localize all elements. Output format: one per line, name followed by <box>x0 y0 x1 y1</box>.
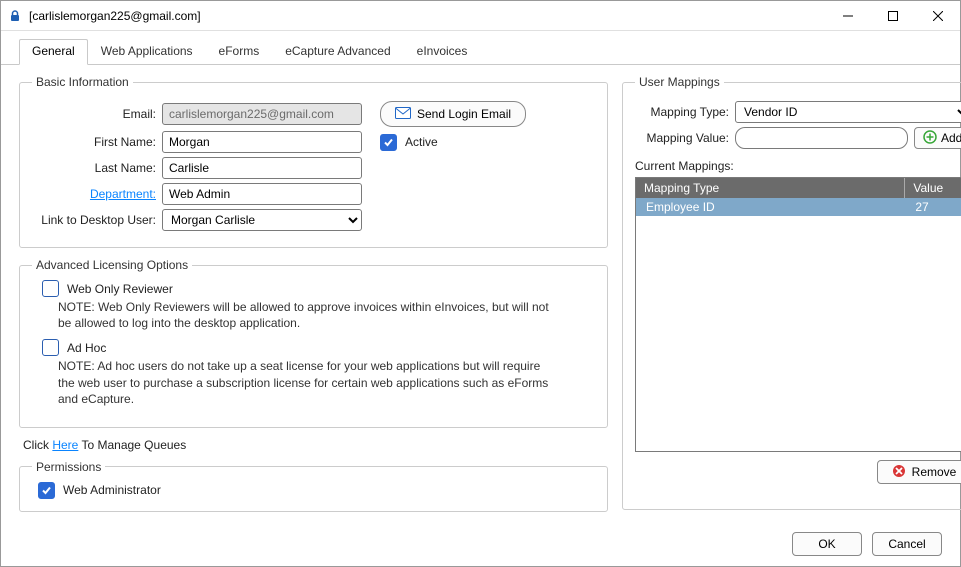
department-label: Department: <box>32 187 162 201</box>
add-mapping-label: Add <box>941 131 961 145</box>
current-mappings-label: Current Mappings: <box>635 159 961 173</box>
window-controls <box>825 1 960 30</box>
ad-hoc-checkbox[interactable]: Ad Hoc <box>42 339 595 356</box>
checkbox-icon <box>42 280 59 297</box>
lock-icon <box>7 8 23 24</box>
first-name-field[interactable] <box>162 131 362 153</box>
email-label: Email: <box>32 107 162 121</box>
add-mapping-button[interactable]: Add <box>914 127 961 149</box>
content-area: Basic Information Email: Send Login Emai… <box>1 65 960 522</box>
window-title: [carlislemorgan225@gmail.com] <box>29 9 825 23</box>
delete-icon <box>892 464 906 481</box>
last-name-field[interactable] <box>162 157 362 179</box>
mapping-value-field[interactable] <box>735 127 908 149</box>
active-checkbox[interactable]: Active <box>380 134 438 151</box>
basic-information-group: Basic Information Email: Send Login Emai… <box>19 75 608 248</box>
mappings-table: Mapping Type Value Employee ID 27 <box>635 177 961 452</box>
department-link[interactable]: Department: <box>90 187 156 201</box>
send-login-email-label: Send Login Email <box>417 107 511 121</box>
web-administrator-label: Web Administrator <box>63 483 161 497</box>
header-mapping-type[interactable]: Mapping Type <box>636 178 905 198</box>
remove-mapping-button[interactable]: Remove <box>877 460 961 484</box>
dialog-footer: OK Cancel <box>792 532 942 556</box>
left-column: Basic Information Email: Send Login Emai… <box>19 75 608 522</box>
basic-information-legend: Basic Information <box>32 75 133 89</box>
user-mappings-legend: User Mappings <box>635 75 724 89</box>
tab-bar: General Web Applications eForms eCapture… <box>1 31 960 65</box>
titlebar: [carlislemorgan225@gmail.com] <box>1 1 960 31</box>
active-label: Active <box>405 135 438 149</box>
permissions-group: Permissions Web Administrator <box>19 460 608 512</box>
permissions-legend: Permissions <box>32 460 105 474</box>
last-name-label: Last Name: <box>32 161 162 175</box>
checkbox-icon <box>380 134 397 151</box>
email-field[interactable] <box>162 103 362 125</box>
licensing-group: Advanced Licensing Options Web Only Revi… <box>19 258 608 428</box>
web-administrator-checkbox[interactable]: Web Administrator <box>38 482 595 499</box>
web-only-reviewer-checkbox[interactable]: Web Only Reviewer <box>42 280 595 297</box>
tab-eforms[interactable]: eForms <box>206 39 273 64</box>
ad-hoc-label: Ad Hoc <box>67 341 106 355</box>
mapping-value-label: Mapping Value: <box>635 131 735 145</box>
mapping-type-select[interactable]: Vendor ID <box>735 101 961 123</box>
ok-button[interactable]: OK <box>792 532 862 556</box>
department-field[interactable] <box>162 183 362 205</box>
checkbox-icon <box>42 339 59 356</box>
cell-mapping-type: Employee ID <box>636 198 905 216</box>
table-row[interactable]: Employee ID 27 <box>636 198 961 216</box>
remove-mapping-label: Remove <box>912 465 957 479</box>
mail-icon <box>395 107 411 122</box>
user-mappings-group: User Mappings Mapping Type: Vendor ID Ma… <box>622 75 961 510</box>
checkbox-icon <box>38 482 55 499</box>
cell-value: 27 <box>905 198 961 216</box>
desktop-user-select[interactable]: Morgan Carlisle <box>162 209 362 231</box>
desktop-user-label: Link to Desktop User: <box>32 213 162 227</box>
close-button[interactable] <box>915 1 960 31</box>
ad-hoc-note: NOTE: Ad hoc users do not take up a seat… <box>58 358 558 407</box>
tab-web-applications[interactable]: Web Applications <box>88 39 206 64</box>
mappings-table-header: Mapping Type Value <box>636 178 961 198</box>
licensing-legend: Advanced Licensing Options <box>32 258 192 272</box>
dialog-window: [carlislemorgan225@gmail.com] General We… <box>0 0 961 567</box>
web-only-reviewer-label: Web Only Reviewer <box>67 282 173 296</box>
tab-einvoices[interactable]: eInvoices <box>404 39 481 64</box>
manage-queues-text: Click Here To Manage Queues <box>23 438 608 452</box>
header-value[interactable]: Value <box>905 178 961 198</box>
maximize-button[interactable] <box>870 1 915 31</box>
tab-general[interactable]: General <box>19 39 88 65</box>
web-only-note: NOTE: Web Only Reviewers will be allowed… <box>58 299 558 331</box>
tab-ecapture-advanced[interactable]: eCapture Advanced <box>272 39 403 64</box>
mapping-type-label: Mapping Type: <box>635 105 735 119</box>
minimize-button[interactable] <box>825 1 870 31</box>
first-name-label: First Name: <box>32 135 162 149</box>
send-login-email-button[interactable]: Send Login Email <box>380 101 526 127</box>
add-icon <box>923 130 937 147</box>
cancel-button[interactable]: Cancel <box>872 532 942 556</box>
manage-queues-link[interactable]: Here <box>52 438 78 452</box>
right-column: User Mappings Mapping Type: Vendor ID Ma… <box>622 75 942 522</box>
